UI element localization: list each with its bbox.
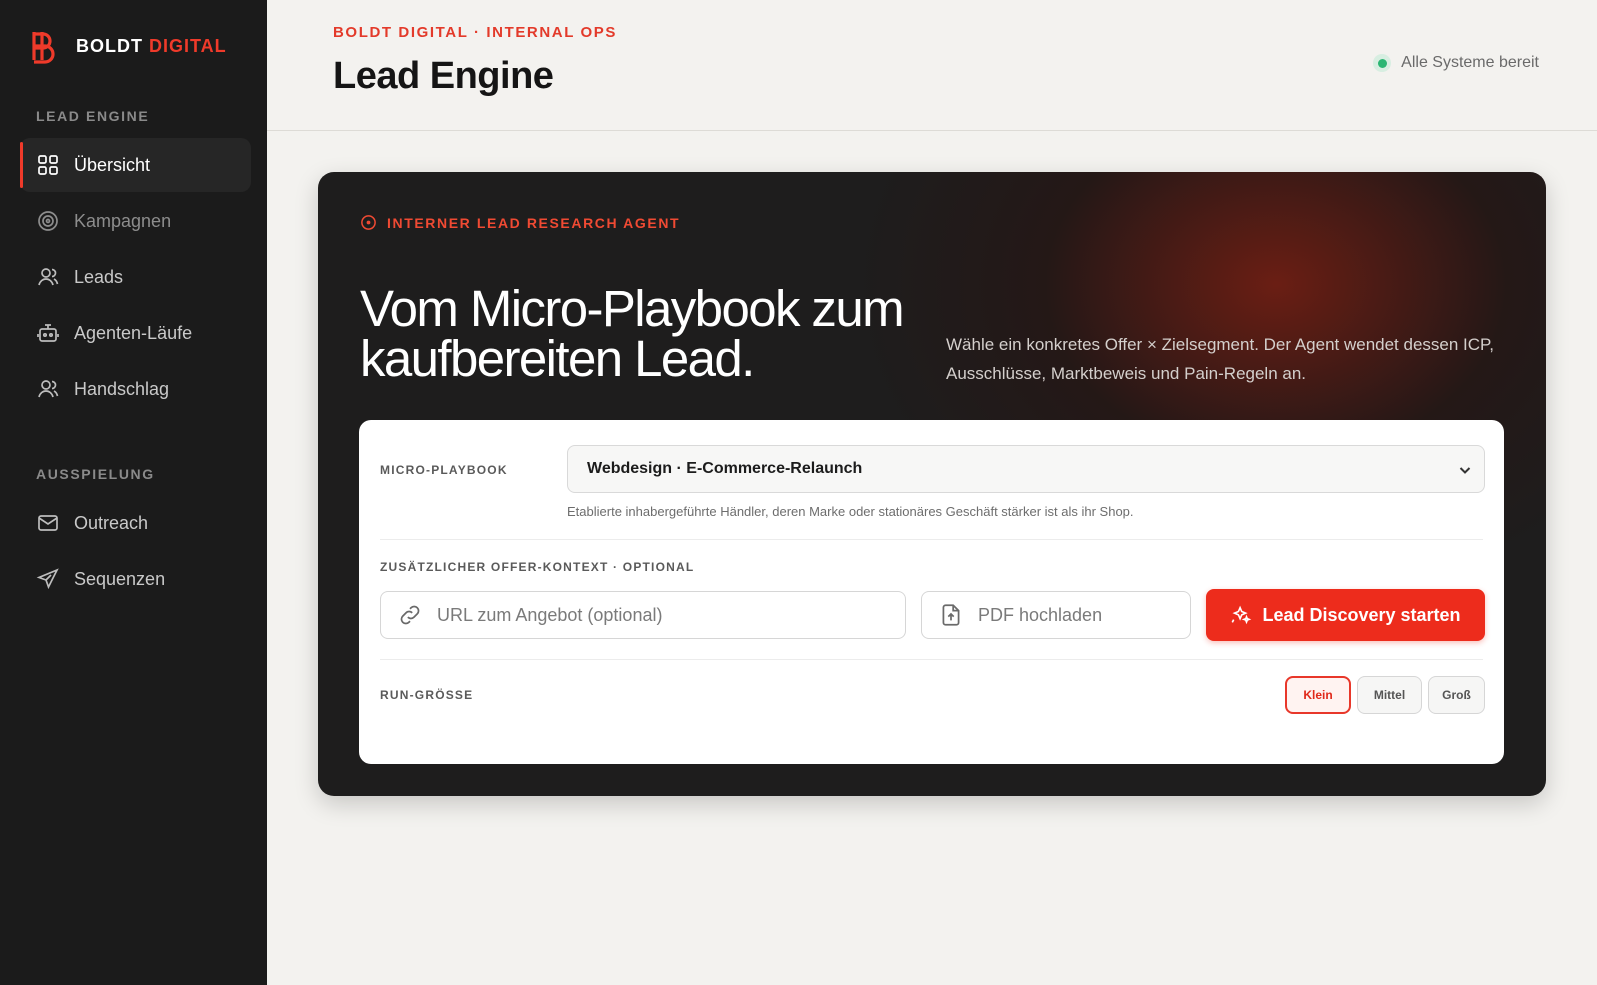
sidebar-item-outreach[interactable]: Outreach bbox=[20, 496, 251, 550]
offer-context-label: ZUSÄTZLICHER OFFER-KONTEXT · OPTIONAL bbox=[380, 560, 695, 574]
run-size-row: RUN-GRÖSSE Klein Mittel Groß bbox=[380, 660, 1485, 760]
main-content: BOLDT DIGITAL · INTERNAL OPS Lead Engine… bbox=[267, 0, 1597, 985]
sidebar-item-label: Kampagnen bbox=[74, 210, 172, 231]
sidebar-item-label: Handschlag bbox=[74, 378, 170, 399]
file-upload-icon bbox=[942, 604, 960, 626]
size-option-gross[interactable]: Groß bbox=[1428, 676, 1485, 714]
discovery-form: MICRO-PLAYBOOK Webdesign · E-Commerce-Re… bbox=[359, 420, 1504, 764]
send-icon bbox=[36, 568, 59, 590]
page-eyebrow: BOLDT DIGITAL · INTERNAL OPS bbox=[333, 24, 617, 41]
nav-section-ausspielung: AUSSPIELUNG bbox=[36, 466, 155, 482]
start-discovery-button[interactable]: Lead Discovery starten bbox=[1206, 589, 1485, 641]
sidebar-item-uebersicht[interactable]: Übersicht bbox=[20, 138, 251, 192]
lead-agent-card: INTERNER LEAD RESEARCH AGENT Vom Micro-P… bbox=[318, 172, 1546, 796]
playbook-label: MICRO-PLAYBOOK bbox=[380, 463, 508, 477]
agent-tag-label: INTERNER LEAD RESEARCH AGENT bbox=[387, 214, 681, 231]
user-icon bbox=[38, 268, 59, 286]
nav-section-lead-engine: LEAD ENGINE bbox=[36, 108, 150, 124]
sidebar-item-label: Sequenzen bbox=[74, 568, 166, 589]
offer-context-row: ZUSÄTZLICHER OFFER-KONTEXT · OPTIONAL PD… bbox=[380, 540, 1485, 660]
sidebar-item-sequenzen[interactable]: Sequenzen bbox=[20, 552, 251, 606]
page-header: BOLDT DIGITAL · INTERNAL OPS Lead Engine… bbox=[267, 0, 1597, 131]
mail-icon bbox=[38, 515, 58, 531]
hero-description: Wähle ein konkretes Offer × Zielsegment.… bbox=[946, 335, 1494, 383]
brand-logo[interactable]: BOLDT DIGITAL bbox=[0, 28, 267, 64]
brand-name: BOLDT DIGITAL bbox=[76, 35, 227, 56]
sidebar-item-label: Outreach bbox=[74, 512, 149, 533]
playbook-row: MICRO-PLAYBOOK Webdesign · E-Commerce-Re… bbox=[380, 420, 1485, 540]
link-icon bbox=[400, 605, 420, 625]
sidebar-item-label: Übersicht bbox=[74, 154, 151, 175]
size-option-klein[interactable]: Klein bbox=[1285, 676, 1351, 714]
sidebar-item-handschlag[interactable]: Handschlag bbox=[20, 362, 251, 416]
target-icon bbox=[361, 215, 376, 230]
robot-icon bbox=[37, 324, 59, 342]
run-size-label: RUN-GRÖSSE bbox=[380, 688, 474, 702]
sidebar: BOLDT DIGITAL LEAD ENGINE Übersicht Kampa… bbox=[0, 0, 267, 985]
status-dot-icon bbox=[1373, 54, 1392, 72]
start-discovery-label: Lead Discovery starten bbox=[1262, 604, 1461, 625]
agent-tag: INTERNER LEAD RESEARCH AGENT bbox=[360, 214, 680, 231]
playbook-selected-value: Webdesign · E-Commerce-Relaunch bbox=[587, 460, 863, 477]
grid-icon bbox=[38, 155, 58, 175]
user-icon bbox=[38, 380, 59, 398]
offer-url-input[interactable] bbox=[437, 604, 877, 626]
offer-url-field[interactable] bbox=[380, 591, 906, 639]
size-option-mittel[interactable]: Mittel bbox=[1357, 676, 1422, 714]
playbook-hint: Etablierte inhabergeführte Händler, dere… bbox=[567, 504, 1134, 519]
sidebar-item-leads[interactable]: Leads bbox=[20, 250, 251, 304]
sidebar-item-label: Agenten-Läufe bbox=[74, 322, 193, 343]
pdf-upload-button[interactable]: PDF hochladen bbox=[921, 591, 1191, 639]
playbook-select[interactable]: Webdesign · E-Commerce-Relaunch bbox=[567, 445, 1485, 493]
hero-title: Vom Micro-Playbook zum kaufbereiten Lead… bbox=[360, 280, 905, 387]
sparkle-icon bbox=[1232, 605, 1252, 625]
sidebar-item-kampagnen[interactable]: Kampagnen bbox=[20, 194, 251, 248]
status-text: Alle Systeme bereit bbox=[1401, 54, 1539, 71]
chevron-down-icon bbox=[1459, 467, 1471, 474]
sidebar-item-label: Leads bbox=[74, 266, 124, 287]
pdf-upload-label: PDF hochladen bbox=[978, 604, 1103, 625]
system-status: Alle Systeme bereit bbox=[1373, 54, 1539, 72]
target-icon bbox=[38, 211, 58, 231]
boldt-logo-icon bbox=[32, 32, 55, 64]
sidebar-item-agenten-laeufe[interactable]: Agenten-Läufe bbox=[20, 306, 251, 360]
